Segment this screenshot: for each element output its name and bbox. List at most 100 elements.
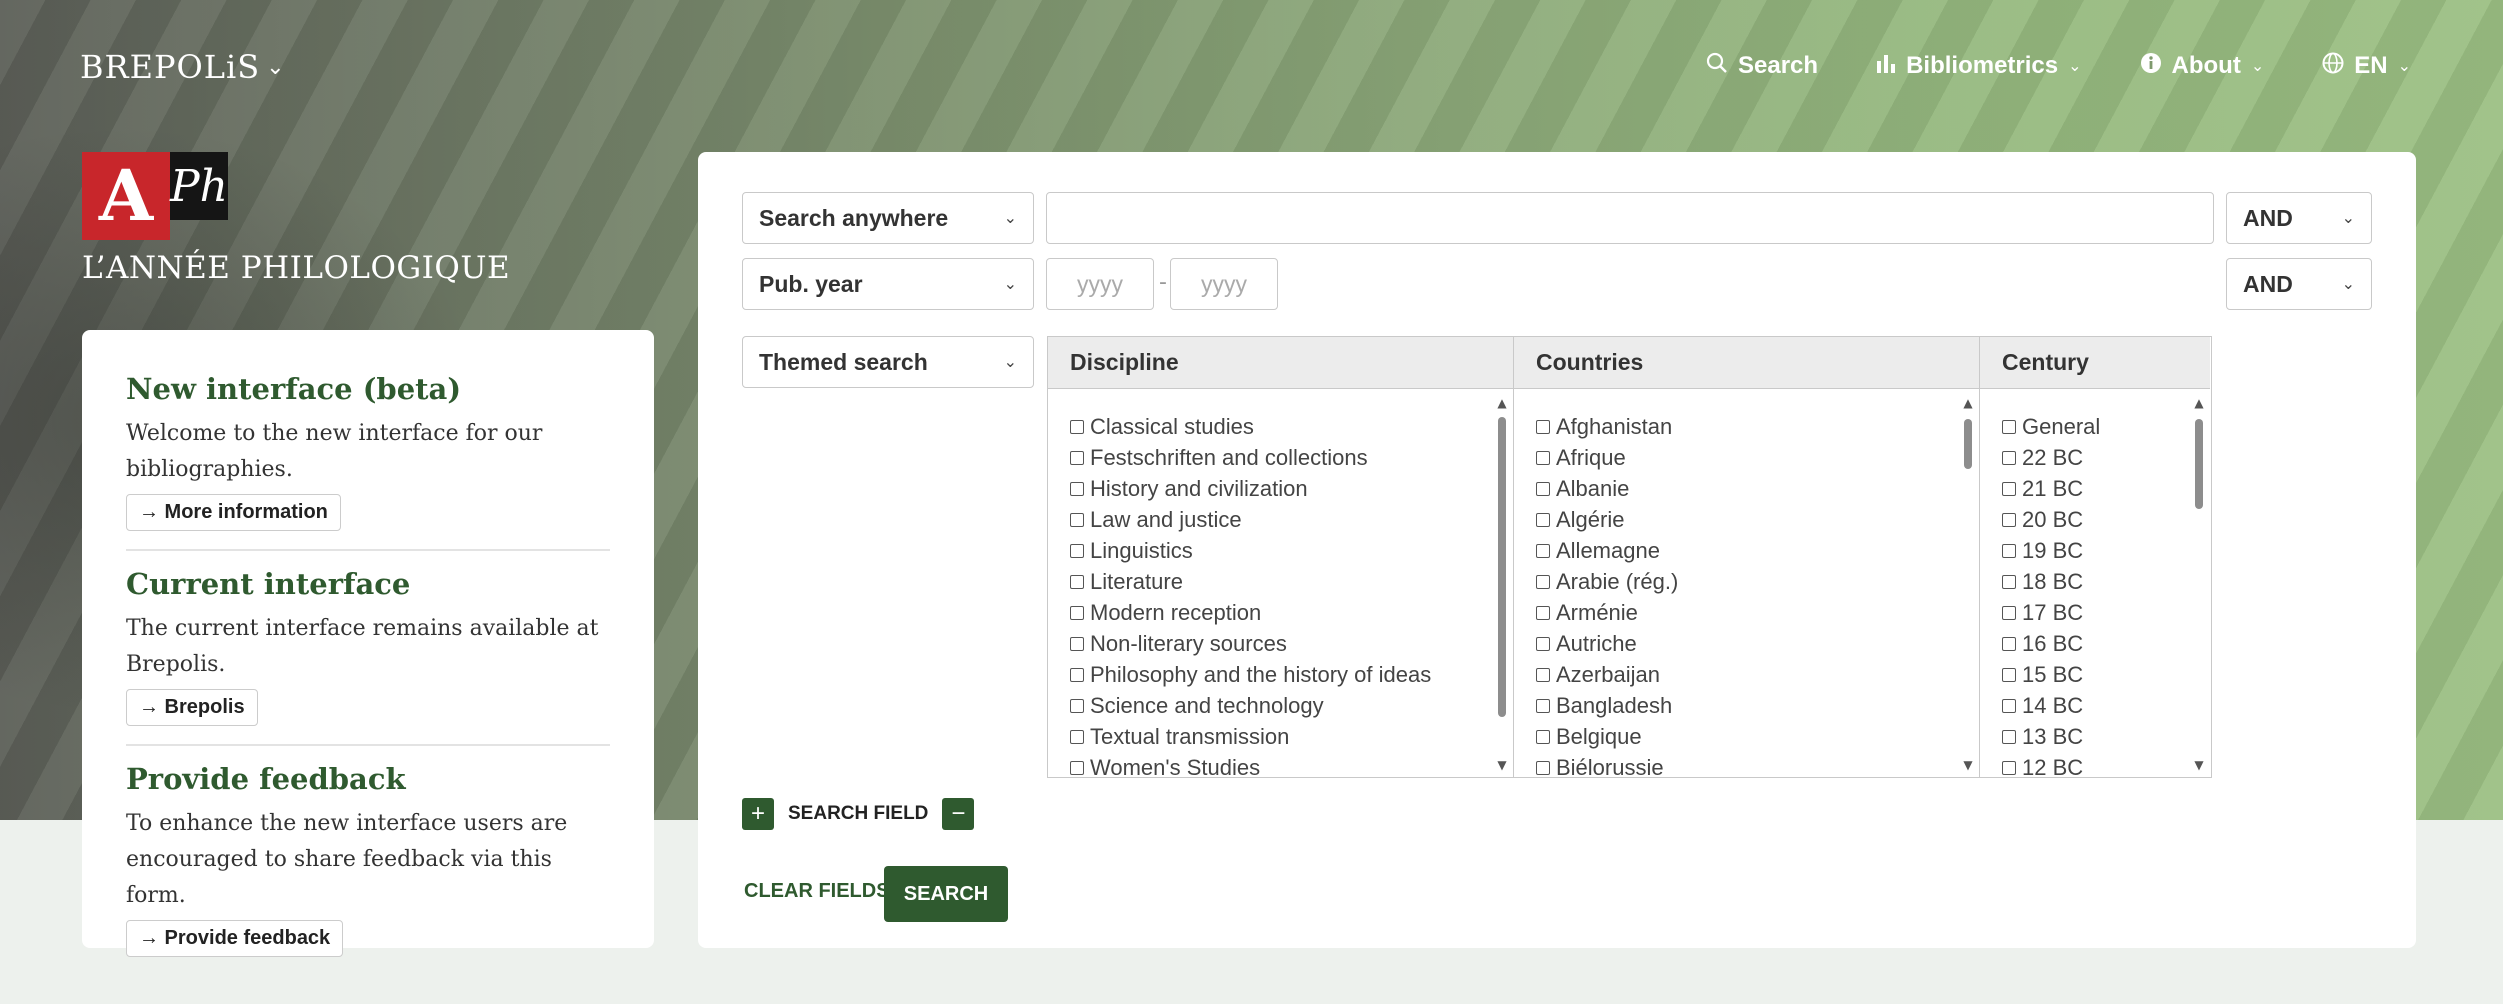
checkbox-option[interactable]: Arabie (rég.): [1536, 566, 1949, 597]
checkbox-option[interactable]: 15 BC: [2002, 659, 2180, 690]
checkbox-option[interactable]: Autriche: [1536, 628, 1949, 659]
operator-select-row1[interactable]: AND ⌄: [2226, 192, 2372, 244]
scroll-thumb[interactable]: [2195, 419, 2203, 509]
checkbox-option[interactable]: Non-literary sources: [1070, 628, 1483, 659]
checkbox-option[interactable]: Afrique: [1536, 442, 1949, 473]
scroll-down-icon[interactable]: ▼: [1961, 759, 1975, 771]
search-input-row1[interactable]: [1046, 192, 2214, 244]
checkbox-option[interactable]: History and civilization: [1070, 473, 1483, 504]
checkbox[interactable]: [1070, 636, 1084, 651]
scroll-up-icon[interactable]: ▲: [2192, 397, 2206, 409]
nav-language[interactable]: EN ⌄: [2322, 52, 2411, 80]
checkbox[interactable]: [1070, 512, 1084, 527]
search-button[interactable]: SEARCH: [884, 866, 1008, 922]
checkbox[interactable]: [2002, 450, 2016, 465]
checkbox[interactable]: [1070, 605, 1084, 620]
checkbox-option[interactable]: Literature: [1070, 566, 1483, 597]
checkbox[interactable]: [2002, 729, 2016, 744]
checkbox[interactable]: [1536, 698, 1550, 713]
checkbox-option[interactable]: 16 BC: [2002, 628, 2180, 659]
checkbox-option[interactable]: 12 BC: [2002, 752, 2180, 777]
checkbox[interactable]: [1536, 667, 1550, 682]
checkbox[interactable]: [2002, 512, 2016, 527]
field-select-row2[interactable]: Pub. year ⌄: [742, 258, 1034, 310]
checkbox-option[interactable]: Classical studies: [1070, 411, 1483, 442]
scroll-up-icon[interactable]: ▲: [1961, 397, 1975, 409]
brepolis-brand-menu[interactable]: BREPOLiS ⌄: [80, 48, 286, 86]
discipline-scrollbar[interactable]: ▲ ▼: [1495, 397, 1509, 771]
provide-feedback-button[interactable]: → Provide feedback: [126, 920, 344, 957]
checkbox[interactable]: [1070, 419, 1084, 434]
checkbox-option[interactable]: 22 BC: [2002, 442, 2180, 473]
checkbox-option[interactable]: Philosophy and the history of ideas: [1070, 659, 1483, 690]
checkbox[interactable]: [1070, 574, 1084, 589]
checkbox-option[interactable]: 14 BC: [2002, 690, 2180, 721]
scroll-down-icon[interactable]: ▼: [2192, 759, 2206, 771]
checkbox[interactable]: [1070, 481, 1084, 496]
countries-scrollbar[interactable]: ▲ ▼: [1961, 397, 1975, 771]
checkbox-option[interactable]: Biélorussie: [1536, 752, 1949, 777]
century-scrollbar[interactable]: ▲ ▼: [2192, 397, 2206, 771]
checkbox[interactable]: [2002, 481, 2016, 496]
checkbox-option[interactable]: 19 BC: [2002, 535, 2180, 566]
checkbox[interactable]: [2002, 636, 2016, 651]
checkbox-option[interactable]: Science and technology: [1070, 690, 1483, 721]
checkbox-option[interactable]: 21 BC: [2002, 473, 2180, 504]
checkbox-option[interactable]: Albanie: [1536, 473, 1949, 504]
checkbox-option[interactable]: Festschriften and collections: [1070, 442, 1483, 473]
checkbox-option[interactable]: Algérie: [1536, 504, 1949, 535]
clear-fields-button[interactable]: CLEAR FIELDS: [744, 880, 890, 903]
nav-bibliometrics[interactable]: Bibliometrics ⌄: [1876, 52, 2082, 80]
checkbox[interactable]: [1536, 760, 1550, 775]
year-to-input[interactable]: yyyy: [1170, 258, 1278, 310]
add-search-field-button[interactable]: +: [742, 798, 774, 830]
checkbox[interactable]: [1536, 636, 1550, 651]
checkbox-option[interactable]: 18 BC: [2002, 566, 2180, 597]
checkbox[interactable]: [2002, 574, 2016, 589]
checkbox-option[interactable]: Belgique: [1536, 721, 1949, 752]
checkbox-option[interactable]: Bangladesh: [1536, 690, 1949, 721]
checkbox-option[interactable]: Law and justice: [1070, 504, 1483, 535]
checkbox[interactable]: [1536, 543, 1550, 558]
checkbox-option[interactable]: Arménie: [1536, 597, 1949, 628]
scroll-down-icon[interactable]: ▼: [1495, 759, 1509, 771]
scroll-thumb[interactable]: [1498, 417, 1506, 717]
checkbox[interactable]: [2002, 698, 2016, 713]
checkbox[interactable]: [2002, 667, 2016, 682]
checkbox[interactable]: [1070, 543, 1084, 558]
scroll-thumb[interactable]: [1964, 419, 1972, 469]
scroll-up-icon[interactable]: ▲: [1495, 397, 1509, 409]
checkbox-option[interactable]: 13 BC: [2002, 721, 2180, 752]
field-select-row1[interactable]: Search anywhere ⌄: [742, 192, 1034, 244]
checkbox-option[interactable]: General: [2002, 411, 2180, 442]
more-information-button[interactable]: → More information: [126, 494, 341, 531]
field-select-row3[interactable]: Themed search ⌄: [742, 336, 1034, 388]
nav-search[interactable]: Search: [1706, 52, 1818, 80]
aph-logo[interactable]: A Ph L’ANNÉE PHILOLOGIQUE: [82, 152, 510, 286]
checkbox[interactable]: [1536, 729, 1550, 744]
checkbox[interactable]: [1536, 481, 1550, 496]
checkbox-option[interactable]: Modern reception: [1070, 597, 1483, 628]
checkbox[interactable]: [1536, 512, 1550, 527]
checkbox[interactable]: [1070, 760, 1084, 775]
remove-search-field-button[interactable]: −: [942, 798, 975, 830]
nav-about[interactable]: About ⌄: [2140, 52, 2264, 80]
checkbox[interactable]: [2002, 543, 2016, 558]
checkbox[interactable]: [1070, 450, 1084, 465]
checkbox-option[interactable]: Women's Studies: [1070, 752, 1483, 777]
checkbox[interactable]: [2002, 605, 2016, 620]
checkbox-option[interactable]: Azerbaijan: [1536, 659, 1949, 690]
checkbox[interactable]: [1070, 667, 1084, 682]
checkbox[interactable]: [1536, 419, 1550, 434]
operator-select-row2[interactable]: AND ⌄: [2226, 258, 2372, 310]
checkbox[interactable]: [1536, 574, 1550, 589]
checkbox[interactable]: [1070, 729, 1084, 744]
checkbox-option[interactable]: 20 BC: [2002, 504, 2180, 535]
checkbox[interactable]: [2002, 760, 2016, 775]
checkbox-option[interactable]: Linguistics: [1070, 535, 1483, 566]
checkbox[interactable]: [2002, 419, 2016, 434]
checkbox[interactable]: [1070, 698, 1084, 713]
checkbox-option[interactable]: 17 BC: [2002, 597, 2180, 628]
checkbox[interactable]: [1536, 605, 1550, 620]
year-from-input[interactable]: yyyy: [1046, 258, 1154, 310]
